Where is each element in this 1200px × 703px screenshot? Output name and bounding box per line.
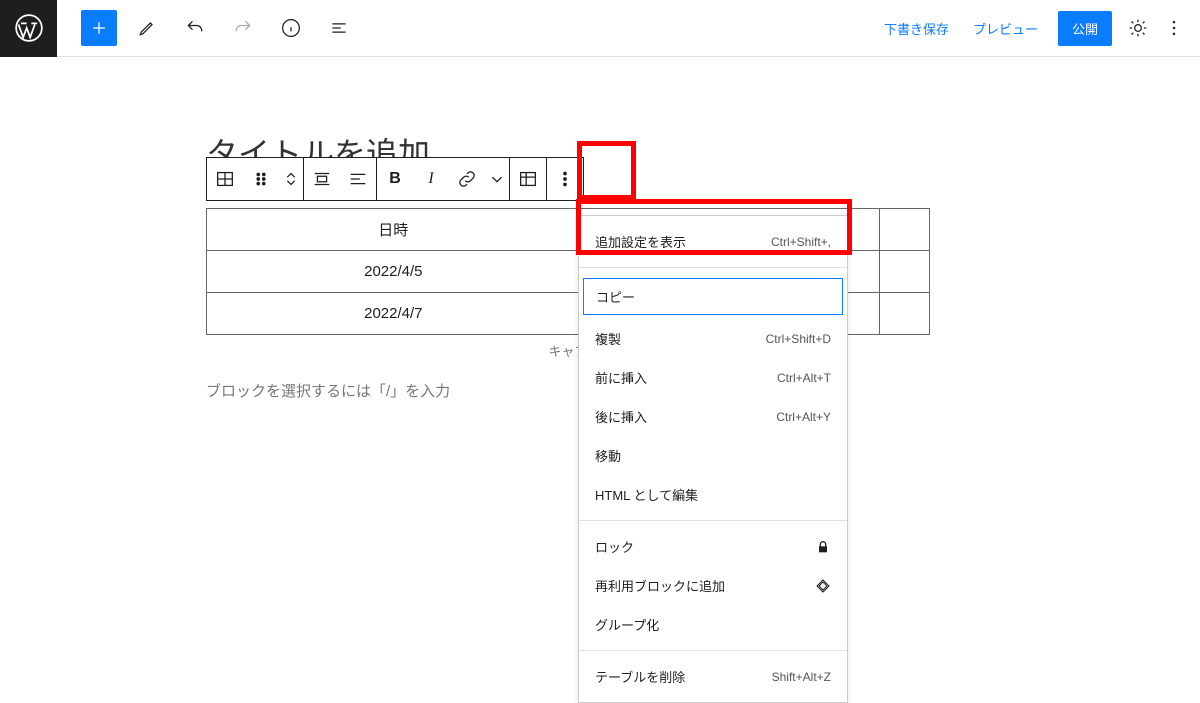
block-options-button[interactable] [547, 159, 583, 199]
menu-delete-table[interactable]: テーブルを削除 Shift+Alt+Z [579, 657, 847, 696]
table-cell[interactable] [880, 209, 930, 251]
bold-glyph: B [389, 170, 401, 188]
publish-button[interactable]: 公開 [1058, 11, 1112, 46]
menu-item-shortcut: Ctrl+Alt+Y [776, 410, 831, 424]
menu-item-label: コピー [596, 287, 635, 306]
block-appender-hint[interactable]: ブロックを選択するには「/」を入力 [206, 380, 450, 401]
tools-button[interactable] [129, 10, 165, 46]
table-edit-icon [517, 168, 539, 190]
details-button[interactable] [273, 10, 309, 46]
table-icon [214, 168, 236, 190]
block-toolbar: B I [206, 157, 584, 201]
table-cell[interactable] [880, 251, 930, 293]
menu-copy[interactable]: コピー [583, 278, 843, 315]
pencil-icon [137, 18, 157, 38]
undo-button[interactable] [177, 10, 213, 46]
menu-insert-after[interactable]: 後に挿入 Ctrl+Alt+Y [579, 397, 847, 436]
italic-button[interactable]: I [413, 159, 449, 199]
edit-table-button[interactable] [510, 159, 546, 199]
menu-item-label: 前に挿入 [595, 368, 647, 387]
link-button[interactable] [449, 159, 485, 199]
plus-icon [89, 18, 109, 38]
menu-item-label: 後に挿入 [595, 407, 647, 426]
wordpress-icon [15, 14, 43, 42]
more-options-button[interactable] [1156, 10, 1192, 46]
undo-icon [185, 18, 205, 38]
align-icon [311, 168, 333, 190]
menu-insert-before[interactable]: 前に挿入 Ctrl+Alt+T [579, 358, 847, 397]
link-icon [456, 168, 478, 190]
more-vertical-icon [1164, 18, 1184, 38]
menu-item-shortcut: Ctrl+Shift+D [766, 332, 831, 346]
table-cell[interactable]: 日時 [207, 209, 581, 251]
menu-edit-html[interactable]: HTML として編集 [579, 475, 847, 514]
menu-item-label: 複製 [595, 329, 621, 348]
move-handle[interactable] [279, 159, 303, 199]
menu-duplicate[interactable]: 複製 Ctrl+Shift+D [579, 319, 847, 358]
menu-item-shortcut: Ctrl+Shift+, [771, 235, 831, 249]
drag-icon [250, 168, 272, 190]
wordpress-logo[interactable] [0, 0, 57, 57]
save-draft-button[interactable]: 下書き保存 [872, 19, 961, 38]
menu-item-label: HTML として編集 [595, 485, 698, 504]
chevron-down-icon [486, 168, 508, 190]
menu-lock[interactable]: ロック [579, 527, 847, 566]
lock-icon [815, 539, 831, 555]
table-cell[interactable]: 2022/4/5 [207, 251, 581, 293]
table-cell[interactable] [880, 293, 930, 335]
menu-item-shortcut: Ctrl+Alt+T [777, 371, 831, 385]
table-cell[interactable]: 2022/4/7 [207, 293, 581, 335]
settings-button[interactable] [1120, 10, 1156, 46]
menu-add-reusable[interactable]: 再利用ブロックに追加 [579, 566, 847, 605]
top-toolbar: 下書き保存 プレビュー 公開 [0, 0, 1200, 57]
menu-item-label: ロック [595, 537, 634, 556]
align-button[interactable] [304, 159, 340, 199]
top-toolbar-right: 下書き保存 プレビュー 公開 [872, 0, 1200, 56]
chevron-updown-icon [280, 168, 302, 190]
list-view-button[interactable] [321, 10, 357, 46]
add-block-button[interactable] [81, 10, 117, 46]
editor-canvas: タイトルを追加 [0, 57, 1200, 175]
block-type-button[interactable] [207, 159, 243, 199]
menu-move[interactable]: 移動 [579, 436, 847, 475]
list-view-icon [329, 18, 349, 38]
bold-button[interactable]: B [377, 159, 413, 199]
italic-glyph: I [428, 170, 433, 188]
menu-item-label: グループ化 [595, 615, 659, 634]
reusable-icon [815, 578, 831, 594]
text-align-button[interactable] [340, 159, 376, 199]
top-toolbar-left [0, 0, 357, 56]
drag-handle[interactable] [243, 159, 279, 199]
menu-item-label: 追加設定を表示 [595, 232, 686, 251]
more-rich-text-button[interactable] [485, 159, 509, 199]
align-left-icon [347, 168, 369, 190]
info-icon [281, 18, 301, 38]
menu-show-more-settings[interactable]: 追加設定を表示 Ctrl+Shift+, [579, 222, 847, 261]
preview-button[interactable]: プレビュー [961, 19, 1050, 38]
menu-item-label: 再利用ブロックに追加 [595, 576, 725, 595]
redo-icon [233, 18, 253, 38]
menu-item-label: テーブルを削除 [595, 667, 685, 686]
menu-item-shortcut: Shift+Alt+Z [772, 670, 831, 684]
menu-item-label: 移動 [595, 446, 621, 465]
gear-icon [1128, 18, 1148, 38]
block-options-menu: 追加設定を表示 Ctrl+Shift+, コピー 複製 Ctrl+Shift+D… [578, 215, 848, 703]
redo-button[interactable] [225, 10, 261, 46]
more-vertical-icon [554, 168, 576, 190]
menu-group[interactable]: グループ化 [579, 605, 847, 644]
